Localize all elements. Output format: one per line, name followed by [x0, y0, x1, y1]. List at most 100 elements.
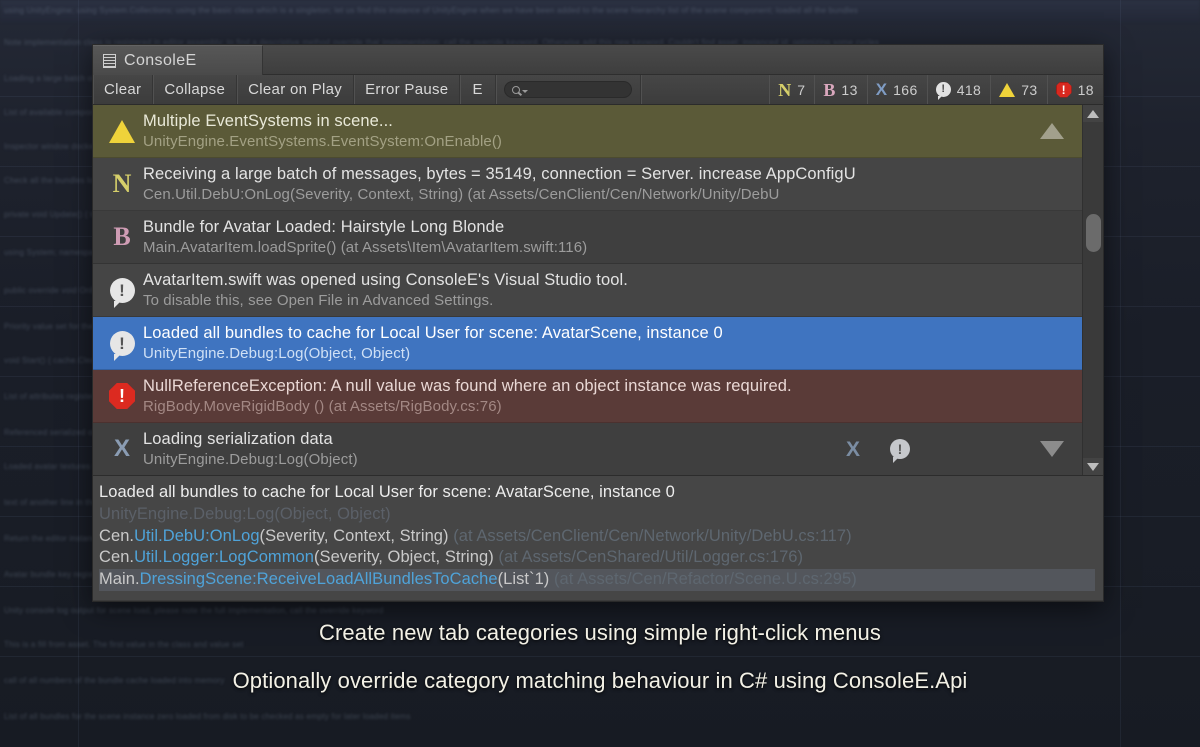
blue-x-icon: X	[875, 80, 888, 99]
clear-on-play-button[interactable]: Clear on Play	[237, 75, 355, 104]
counter-error[interactable]: 18	[1047, 75, 1103, 104]
table-row[interactable]: NullReferenceException: A null value was…	[93, 370, 1082, 423]
info-icon	[109, 330, 135, 361]
console-toolbar: Clear Collapse Clear on Play Error Pause…	[93, 75, 1103, 105]
table-row[interactable]: B Bundle for Avatar Loaded: Hairstyle Lo…	[93, 211, 1082, 264]
detail-namespace: Cen.	[99, 526, 135, 545]
detail-class[interactable]: Util.DebU:	[134, 527, 210, 545]
row-actions	[1040, 105, 1072, 157]
table-row[interactable]: X Loading serialization data UnityEngine…	[93, 423, 1082, 475]
row-icon-cell: B	[101, 224, 143, 250]
search-field-wrap	[496, 75, 641, 104]
row-message: Receiving a large batch of messages, byt…	[143, 164, 856, 183]
tab-consolee[interactable]: ConsoleE	[93, 45, 263, 75]
row-icon-cell: X	[101, 437, 143, 461]
tab-strip: ConsoleE	[93, 45, 1103, 75]
caption-line-1: Create new tab categories using simple r…	[319, 620, 881, 645]
e-menu-button[interactable]: E	[460, 75, 496, 104]
detail-path[interactable]: (at Assets/CenClient/Cen/Network/Unity/D…	[449, 527, 852, 545]
chevron-down-icon	[521, 89, 528, 93]
counter-info[interactable]: 418	[927, 75, 991, 104]
warning-icon	[109, 119, 135, 143]
blue-x-icon: X	[113, 435, 130, 462]
table-row[interactable]: N Receiving a large batch of messages, b…	[93, 158, 1082, 211]
detail-args: (List`1)	[497, 570, 550, 589]
row-text: NullReferenceException: A null value was…	[143, 376, 1082, 416]
row-icon-cell	[101, 119, 143, 143]
vertical-scrollbar[interactable]	[1082, 105, 1103, 475]
blue-x-icon[interactable]: X	[846, 439, 860, 460]
row-stack: To disable this, see Open File in Advanc…	[143, 291, 494, 309]
info-icon[interactable]	[890, 439, 910, 463]
caption-line-2: Optionally override category matching be…	[232, 668, 968, 693]
scrollbar-thumb[interactable]	[1085, 214, 1101, 252]
detail-namespace: Cen.	[99, 548, 135, 567]
table-row-selected[interactable]: Loaded all bundles to cache for Local Us…	[93, 317, 1082, 370]
letter-n-icon: N	[778, 79, 792, 100]
row-message: Bundle for Avatar Loaded: Hairstyle Long…	[143, 217, 505, 236]
collapse-button[interactable]: Collapse	[153, 75, 238, 104]
backdrop-blur-text: Unity console log output for scene load,…	[4, 606, 384, 615]
row-message: AvatarItem.swift was opened using Consol…	[143, 270, 628, 289]
scroll-down-arrow-icon[interactable]	[1082, 458, 1103, 475]
counter-note[interactable]: N 7	[769, 75, 814, 104]
row-actions: X	[846, 423, 1072, 475]
row-icon-cell	[101, 330, 143, 361]
detail-stack-line: UnityEngine.Debug:Log(Object, Object)	[99, 504, 391, 523]
row-stack: UnityEngine.EventSystems.EventSystem:OnE…	[143, 132, 503, 150]
scrollbar-track[interactable]	[1082, 122, 1103, 458]
row-message: Multiple EventSystems in scene...	[143, 111, 393, 130]
clear-button[interactable]: Clear	[93, 75, 154, 104]
warning-icon	[999, 82, 1016, 97]
detail-class[interactable]: Util.Logger:	[134, 548, 219, 566]
row-text: Loaded all bundles to cache for Local Us…	[143, 323, 1082, 363]
log-list[interactable]: Multiple EventSystems in scene... UnityE…	[93, 105, 1082, 475]
log-list-area: Multiple EventSystems in scene... UnityE…	[93, 105, 1103, 475]
row-icon-cell: N	[101, 171, 143, 197]
info-icon	[109, 277, 135, 308]
counter-error-value: 18	[1077, 81, 1094, 98]
detail-path[interactable]: (at Assets/Cen/Refactor/Scene.U.cs:295)	[549, 570, 857, 588]
counter-warning[interactable]: 73	[990, 75, 1046, 104]
detail-stack-line[interactable]: Cen.Util.DebU:OnLog(Severity, Context, S…	[99, 526, 1095, 548]
row-text: Multiple EventSystems in scene... UnityE…	[143, 111, 1082, 151]
detail-stack-line[interactable]: Cen.Util.Logger:LogCommon(Severity, Obje…	[99, 547, 1095, 569]
consolee-window: ConsoleE Clear Collapse Clear on Play Er…	[92, 44, 1104, 602]
counter-group: N 7 B 13 X 166 418 73 18	[769, 75, 1103, 104]
detail-path[interactable]: (at Assets/CenShared/Util/Logger.cs:176)	[494, 548, 803, 566]
counter-bundle[interactable]: B 13	[814, 75, 866, 104]
counter-x-value: 166	[893, 81, 918, 98]
list-lines-icon	[103, 53, 116, 68]
row-text: Receiving a large batch of messages, byt…	[143, 164, 1082, 204]
detail-message: Loaded all bundles to cache for Local Us…	[99, 483, 675, 501]
detail-function[interactable]: LogCommon	[219, 548, 314, 566]
error-pause-button[interactable]: Error Pause	[354, 75, 461, 104]
counter-warning-value: 73	[1021, 81, 1038, 98]
letter-n-icon: N	[112, 169, 132, 198]
table-row[interactable]: AvatarItem.swift was opened using Consol…	[93, 264, 1082, 317]
row-stack: Main.AvatarItem.loadSprite() (at Assets\…	[143, 238, 588, 256]
search-input[interactable]	[503, 81, 632, 98]
counter-x[interactable]: X 166	[867, 75, 927, 104]
row-message: NullReferenceException: A null value was…	[143, 376, 792, 395]
detail-pane[interactable]: Loaded all bundles to cache for Local Us…	[93, 475, 1103, 600]
detail-namespace: Main.	[99, 570, 140, 589]
triangle-up-icon[interactable]	[1040, 123, 1064, 139]
triangle-down-icon[interactable]	[1040, 441, 1064, 457]
row-text: AvatarItem.swift was opened using Consol…	[143, 270, 1082, 310]
detail-stack-line-highlighted[interactable]: Main.DressingScene:ReceiveLoadAllBundles…	[99, 569, 1095, 591]
tab-label: ConsoleE	[124, 51, 197, 69]
detail-function[interactable]: OnLog	[210, 527, 260, 545]
counter-info-value: 418	[956, 81, 982, 98]
error-icon	[109, 383, 135, 409]
detail-function[interactable]: ReceiveLoadAllBundlesToCache	[257, 570, 498, 588]
detail-class[interactable]: DressingScene:	[140, 570, 257, 588]
backdrop-blur-text: using UnityEngine; using System.Collecti…	[4, 6, 859, 15]
letter-b-icon: B	[823, 79, 836, 100]
row-stack: RigBody.MoveRigidBody () (at Assets/RigB…	[143, 397, 502, 415]
info-icon	[935, 82, 951, 100]
scroll-up-arrow-icon[interactable]	[1082, 105, 1103, 122]
table-row[interactable]: Multiple EventSystems in scene... UnityE…	[93, 105, 1082, 158]
row-message: Loaded all bundles to cache for Local Us…	[143, 323, 723, 342]
